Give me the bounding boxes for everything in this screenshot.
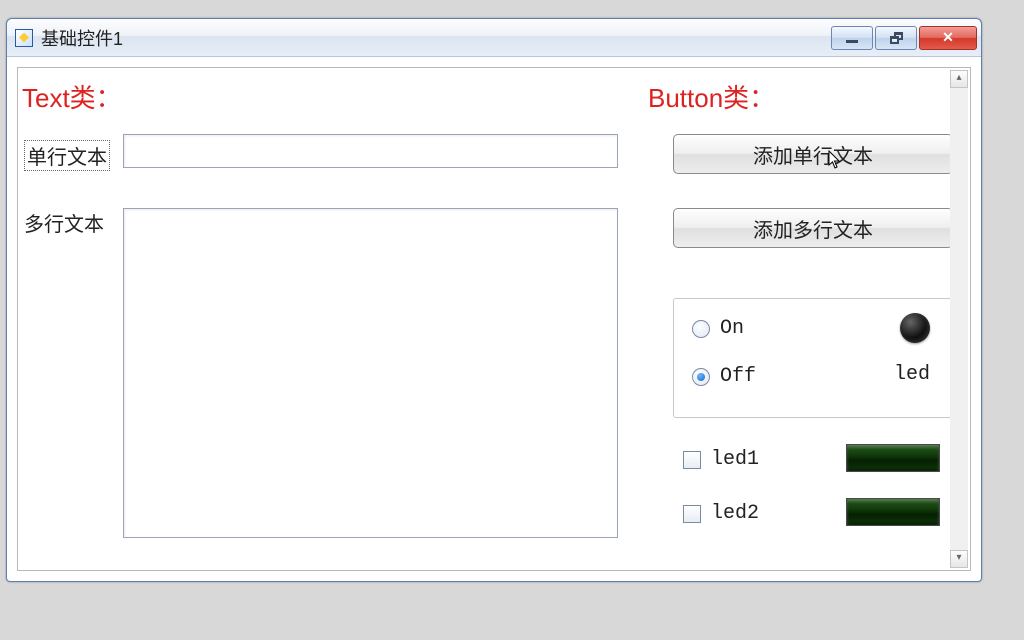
text-section-title: Text类： (22, 78, 122, 115)
scroll-down-icon[interactable]: ▾ (950, 550, 968, 568)
add-multi-line-button[interactable]: 添加多行文本 (673, 208, 953, 248)
app-icon (15, 29, 33, 47)
multi-line-input[interactable] (123, 208, 618, 538)
radio-on[interactable]: On (692, 317, 744, 340)
led-groupbox: On Off led (673, 298, 953, 418)
titlebar[interactable]: 基础控件1 ✕ (7, 19, 981, 57)
single-line-input[interactable] (123, 134, 618, 168)
round-led-label: led (894, 363, 930, 386)
checkbox-led2-label: led2 (711, 502, 759, 525)
window-title: 基础控件1 (41, 25, 123, 51)
checkbox-led1-box (683, 451, 701, 469)
button-section-title: Button类： (648, 78, 775, 115)
checkbox-led1[interactable]: led1 (683, 448, 759, 471)
single-line-label: 单行文本 (24, 140, 110, 171)
scroll-up-icon[interactable]: ▴ (950, 70, 968, 88)
maximize-button[interactable] (875, 26, 917, 50)
radio-off-label: Off (720, 365, 756, 388)
checkbox-led2[interactable]: led2 (683, 502, 759, 525)
round-led-indicator (900, 313, 930, 343)
checkbox-led2-box (683, 505, 701, 523)
checkbox-led1-label: led1 (711, 448, 759, 471)
client-area: Text类： Button类： 单行文本 多行文本 添加单行文本 添加多行文本 … (17, 67, 971, 571)
window-controls: ✕ (831, 26, 977, 50)
add-single-line-label: 添加单行文本 (753, 140, 873, 169)
square-led2-indicator (846, 498, 940, 526)
multi-line-label: 多行文本 (24, 208, 104, 237)
close-icon: ✕ (942, 29, 954, 46)
square-led1-indicator (846, 444, 940, 472)
minimize-icon (846, 40, 858, 43)
radio-off[interactable]: Off (692, 365, 756, 388)
radio-off-indicator (692, 368, 710, 386)
app-window: 基础控件1 ✕ Text类： Button类： 单行文本 多行文本 添加单行文本… (6, 18, 982, 582)
minimize-button[interactable] (831, 26, 873, 50)
add-multi-line-label: 添加多行文本 (753, 214, 873, 243)
radio-on-label: On (720, 317, 744, 340)
close-button[interactable]: ✕ (919, 26, 977, 50)
client-scrollbar[interactable]: ▴ ▾ (950, 70, 968, 568)
radio-on-indicator (692, 320, 710, 338)
add-single-line-button[interactable]: 添加单行文本 (673, 134, 953, 174)
